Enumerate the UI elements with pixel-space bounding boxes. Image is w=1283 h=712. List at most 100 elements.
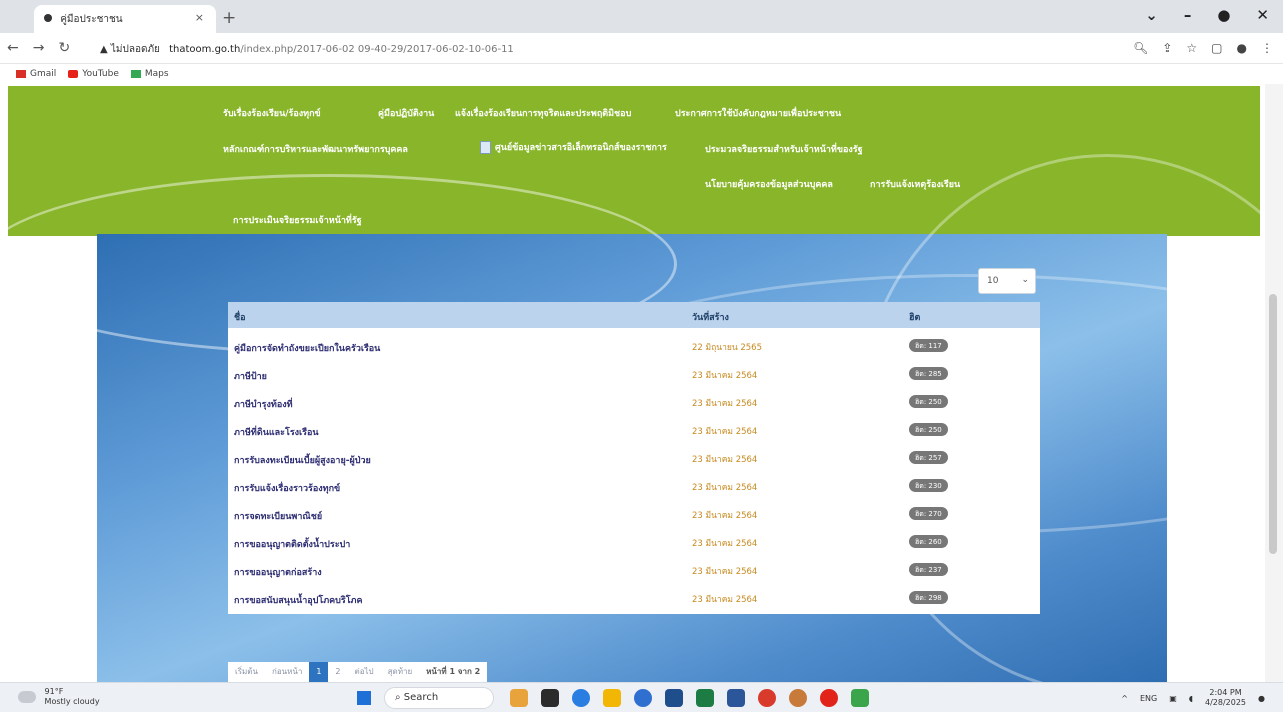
store-icon[interactable] xyxy=(665,689,683,707)
menu-law-announcement[interactable]: ประกาศการใช้บังคับกฎหมายเพื่อประชาชน xyxy=(675,106,841,120)
document-link[interactable]: การรับแจ้งเรื่องราวร้องทุกข์ xyxy=(234,481,340,495)
document-link[interactable]: ภาษีป้าย xyxy=(234,369,267,383)
new-tab-button[interactable]: + xyxy=(222,8,236,28)
hits-badge: ฮิต: 260 xyxy=(909,535,948,548)
table-row: การขออนุญาตติดตั้งน้ำประปา 23 มีนาคม 256… xyxy=(228,528,1040,554)
browser-icon[interactable] xyxy=(634,689,652,707)
bookmark-maps[interactable]: Maps xyxy=(130,69,169,79)
tab-title: คู่มือประชาชน xyxy=(60,14,123,25)
volume-icon[interactable]: ◖ xyxy=(1189,694,1193,703)
page-scrollbar[interactable] xyxy=(1265,84,1283,682)
document-link[interactable]: ภาษีที่ดินและโรงเรือน xyxy=(234,425,319,439)
weather-widget[interactable]: 91°F Mostly cloudy xyxy=(18,687,100,707)
document-link[interactable]: การขออนุญาตก่อสร้าง xyxy=(234,565,322,579)
hits-badge: ฮิต: 250 xyxy=(909,423,948,436)
widget-app-icon[interactable] xyxy=(510,689,528,707)
address-bar: ← → ↻ ▲ ไม่ปลอดภัย thatoom.go.th/index.p… xyxy=(0,33,1283,64)
sidebar-icon[interactable]: ▢ xyxy=(1211,41,1222,55)
favicon-icon xyxy=(44,14,52,22)
taskbar-apps xyxy=(510,689,869,707)
created-date: 23 มีนาคม 2564 xyxy=(692,399,758,409)
table-row: ภาษีที่ดินและโรงเรือน 23 มีนาคม 2564 ฮิต… xyxy=(228,416,1040,442)
table-header: ชื่อ วันที่สร้าง ฮิต xyxy=(228,302,1040,328)
menu-manual[interactable]: คู่มือปฏิบัติงาน xyxy=(378,106,434,120)
header-date[interactable]: วันที่สร้าง xyxy=(692,310,729,324)
app-green-icon[interactable] xyxy=(851,689,869,707)
notification-icon[interactable]: ● xyxy=(1258,694,1265,703)
app-red-icon[interactable] xyxy=(758,689,776,707)
app-orange-icon[interactable] xyxy=(789,689,807,707)
edge-icon[interactable] xyxy=(572,689,590,707)
bookmark-gmail[interactable]: Gmail xyxy=(16,69,56,79)
header-hits[interactable]: ฮิต xyxy=(909,310,920,324)
menu-info-center[interactable]: ศูนย์ข้อมูลข่าวสารอิเล็กทรอนิกส์ของราชกา… xyxy=(480,140,667,154)
menu-incident-report[interactable]: การรับแจ้งเหตุร้องเรียน xyxy=(870,177,960,191)
menu-ethics-code[interactable]: ประมวลจริยธรรมสำหรับเจ้าหน้าที่ของรัฐ xyxy=(705,142,863,156)
youtube-icon xyxy=(68,69,79,78)
tab-search-icon[interactable]: ⌄ xyxy=(1145,6,1158,24)
cloud-icon xyxy=(18,691,36,703)
page-last[interactable]: สุดท้าย xyxy=(381,662,420,682)
bookmarks-bar: Gmail YouTube Maps xyxy=(0,64,1283,84)
opera-icon[interactable] xyxy=(820,689,838,707)
table-row: ภาษีป้าย 23 มีนาคม 2564 ฮิต: 285 xyxy=(228,360,1040,386)
browser-tab[interactable]: คู่มือประชาชน × xyxy=(34,5,216,33)
url-field[interactable]: ▲ ไม่ปลอดภัย thatoom.go.th/index.php/201… xyxy=(100,42,514,57)
close-window-icon[interactable]: ✕ xyxy=(1256,6,1269,24)
document-link[interactable]: การขออนุญาตติดตั้งน้ำประปา xyxy=(234,537,350,551)
list-limit-select[interactable]: 10 ⌄ xyxy=(978,268,1036,294)
menu-complaint[interactable]: รับเรื่องร้องเรียน/ร้องทุกข์ xyxy=(223,106,321,120)
document-icon xyxy=(480,141,491,154)
zoom-icon[interactable]: 🔍︎ xyxy=(1133,41,1148,55)
document-link[interactable]: การจดทะเบียนพาณิชย์ xyxy=(234,509,322,523)
back-icon[interactable]: ← xyxy=(7,40,19,56)
excel-icon[interactable] xyxy=(696,689,714,707)
minimize-icon[interactable]: – xyxy=(1184,6,1192,24)
profile-icon[interactable]: ● xyxy=(1237,41,1247,55)
menu-privacy-policy[interactable]: นโยบายคุ้มครองข้อมูลส่วนบุคคล xyxy=(705,177,833,191)
file-explorer-icon[interactable] xyxy=(603,689,621,707)
windows-start-icon[interactable] xyxy=(357,691,371,705)
share-icon[interactable]: ⇪ xyxy=(1162,41,1172,55)
page-1[interactable]: 1 xyxy=(309,662,329,682)
bookmark-youtube[interactable]: YouTube xyxy=(68,69,119,79)
document-link[interactable]: คู่มือการจัดทำถังขยะเปียกในครัวเรือน xyxy=(234,341,380,355)
table-row: คู่มือการจัดทำถังขยะเปียกในครัวเรือน 22 … xyxy=(228,332,1040,358)
url-path: /index.php/2017-06-02 09-40-29/2017-06-0… xyxy=(240,44,514,55)
network-icon[interactable]: ▣ xyxy=(1169,694,1177,703)
created-date: 23 มีนาคม 2564 xyxy=(692,483,758,493)
forward-icon[interactable]: → xyxy=(33,40,45,56)
page-first[interactable]: เริ่มต้น xyxy=(228,662,265,682)
table-row: การรับแจ้งเรื่องราวร้องทุกข์ 23 มีนาคม 2… xyxy=(228,472,1040,498)
hits-badge: ฮิต: 250 xyxy=(909,395,948,408)
language-indicator[interactable]: ENG xyxy=(1140,694,1157,703)
menu-kebab-icon[interactable]: ⋮ xyxy=(1261,41,1273,55)
page-2[interactable]: 2 xyxy=(328,662,347,682)
menu-corruption-report[interactable]: แจ้งเรื่องร้องเรียนการทุจริตและประพฤติมิ… xyxy=(455,106,631,120)
page-next[interactable]: ต่อไป xyxy=(348,662,381,682)
taskbar-search[interactable]: ⌕ Search xyxy=(384,687,494,709)
table-body: คู่มือการจัดทำถังขยะเปียกในครัวเรือน 22 … xyxy=(228,328,1040,614)
task-view-icon[interactable] xyxy=(541,689,559,707)
security-warning[interactable]: ▲ ไม่ปลอดภัย xyxy=(100,44,160,55)
created-date: 23 มีนาคม 2564 xyxy=(692,371,758,381)
restore-icon[interactable]: ● xyxy=(1217,6,1230,24)
reload-icon[interactable]: ↻ xyxy=(58,40,70,56)
hits-badge: ฮิต: 285 xyxy=(909,367,948,380)
hits-badge: ฮิต: 298 xyxy=(909,591,948,604)
weather-text: Mostly cloudy xyxy=(44,697,100,706)
document-link[interactable]: การขอสนับสนุนน้ำอุปโภคบริโภค xyxy=(234,593,363,607)
clock[interactable]: 2:04 PM 4/28/2025 xyxy=(1205,688,1246,708)
document-link[interactable]: ภาษีบำรุงท้องที่ xyxy=(234,397,293,411)
word-icon[interactable] xyxy=(727,689,745,707)
header-title[interactable]: ชื่อ xyxy=(234,310,246,324)
page-prev[interactable]: ก่อนหน้า xyxy=(265,662,309,682)
bookmark-star-icon[interactable]: ☆ xyxy=(1186,41,1197,55)
scrollbar-thumb[interactable] xyxy=(1269,294,1277,554)
tab-close-icon[interactable]: × xyxy=(195,11,204,24)
menu-hr-criteria[interactable]: หลักเกณฑ์การบริหารและพัฒนาทรัพยากรบุคคล xyxy=(223,142,408,156)
chevron-up-icon[interactable]: ^ xyxy=(1121,694,1128,703)
created-date: 23 มีนาคม 2564 xyxy=(692,427,758,437)
table-row: การรับลงทะเบียนเบี้ยผู้สูงอายุ-ผู้ป่วย 2… xyxy=(228,444,1040,470)
document-link[interactable]: การรับลงทะเบียนเบี้ยผู้สูงอายุ-ผู้ป่วย xyxy=(234,453,371,467)
